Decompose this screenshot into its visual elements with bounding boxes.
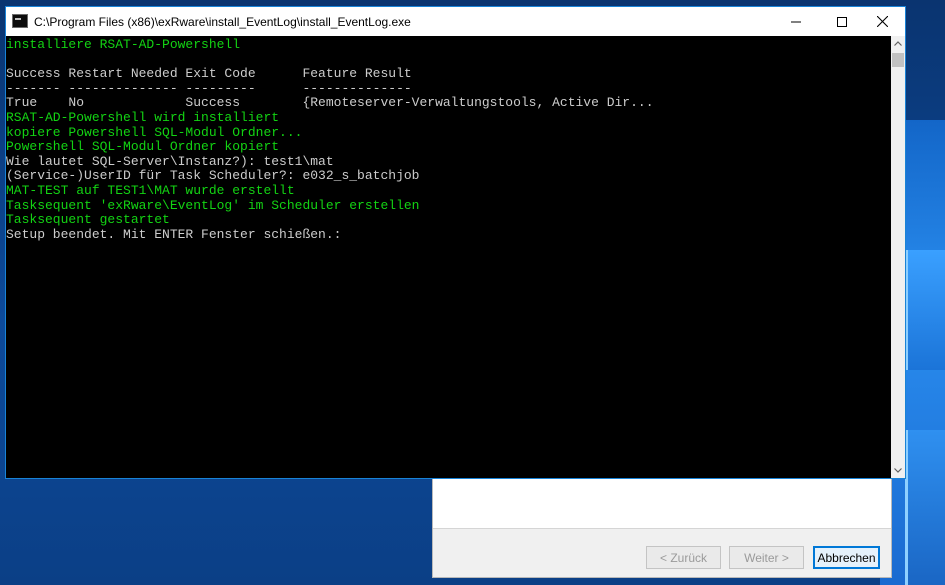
- window-title: C:\Program Files (x86)\exRware\install_E…: [34, 15, 411, 29]
- console-line: installiere RSAT-AD-Powershell: [6, 37, 241, 52]
- scroll-up-button[interactable]: [891, 36, 905, 50]
- minimize-icon: [791, 21, 801, 22]
- console-line: Powershell SQL-Modul Ordner kopiert: [6, 139, 280, 155]
- console-line: Tasksequent gestartet: [6, 212, 170, 228]
- chevron-up-icon: [894, 40, 902, 46]
- console-output[interactable]: installiere RSAT-AD-Powershell Success R…: [6, 36, 891, 478]
- scroll-down-button[interactable]: [891, 463, 905, 477]
- wallpaper-window-pane: [905, 430, 945, 585]
- setup-wizard-window: < Zurück Weiter > Abbrechen: [432, 478, 892, 578]
- console-window[interactable]: C:\Program Files (x86)\exRware\install_E…: [5, 6, 906, 479]
- back-button: < Zurück: [646, 546, 721, 569]
- minimize-button[interactable]: [773, 7, 819, 36]
- console-line: RSAT-AD-Powershell wird installiert: [6, 110, 280, 125]
- console-line: Success Restart Needed Exit Code Feature…: [6, 66, 412, 82]
- close-icon: [876, 16, 888, 27]
- console-icon: [12, 14, 28, 28]
- next-button: Weiter >: [729, 546, 804, 569]
- chevron-down-icon: [894, 467, 902, 473]
- close-button[interactable]: [859, 7, 905, 36]
- maximize-icon: [837, 16, 847, 27]
- title-bar[interactable]: C:\Program Files (x86)\exRware\install_E…: [6, 7, 905, 36]
- console-line: MAT-TEST auf TEST1\MAT wurde erstellt: [6, 183, 295, 198]
- wizard-content-panel: [433, 479, 891, 529]
- console-line: Setup beendet. Mit ENTER Fenster schieße…: [6, 226, 342, 242]
- cancel-button[interactable]: Abbrechen: [813, 546, 880, 569]
- vertical-scrollbar[interactable]: [891, 36, 905, 478]
- scroll-thumb[interactable]: [892, 53, 904, 67]
- wallpaper-window-pane: [905, 250, 945, 370]
